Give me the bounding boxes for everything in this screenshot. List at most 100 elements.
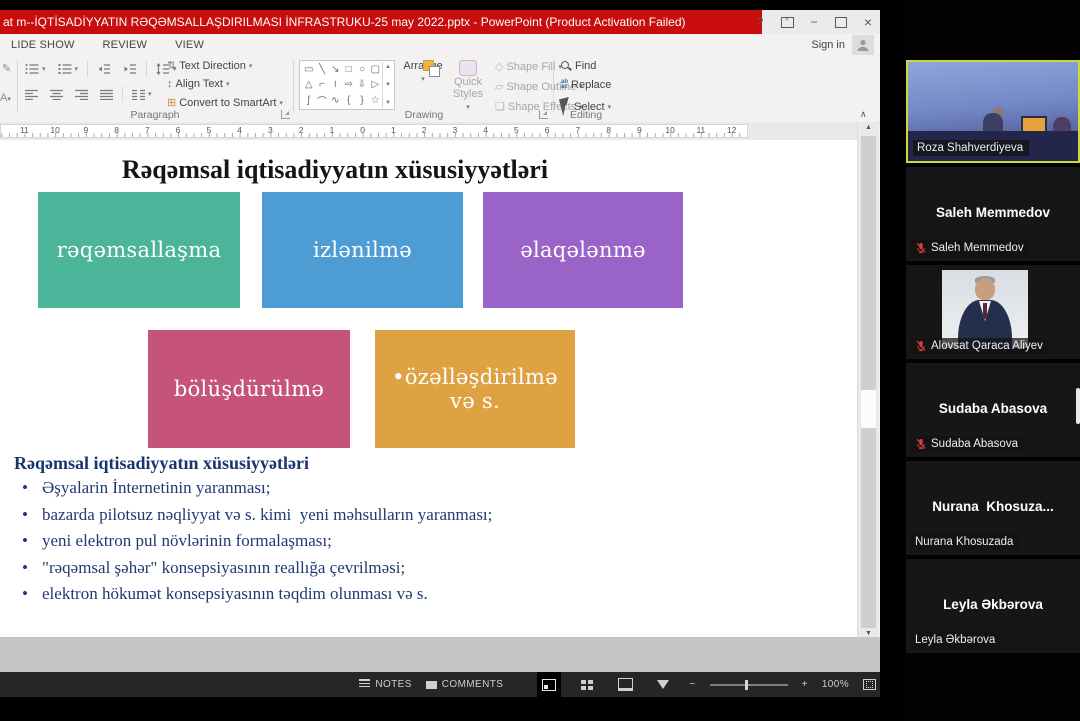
ribbon-tab[interactable]: LIDE SHOW [0, 34, 89, 56]
comments-button[interactable]: COMMENTS [426, 679, 504, 690]
zoom-level[interactable]: 100% [822, 679, 849, 690]
collapse-ribbon-icon[interactable]: ∧ [860, 109, 867, 120]
increase-indent-button[interactable] [120, 62, 140, 76]
participants-scrollbar-thumb[interactable] [1076, 388, 1080, 424]
participant-tile[interactable]: Nurana Khosuza... Nurana Khosuzada [906, 461, 1080, 555]
zoom-slider[interactable] [710, 684, 788, 686]
shape-row-2: bölüşdürülmə •özəlləşdirilmə və s. [0, 330, 700, 448]
slide-bullet: yeni elektron pul növlərinin formalaşmas… [18, 531, 658, 551]
participant-name-label: Roza Shahverdiyeva [917, 142, 1023, 154]
paragraph-dialog-launcher-icon[interactable] [281, 110, 290, 119]
align-left-button[interactable] [22, 88, 41, 101]
slide-shape-box[interactable]: əlaqələnmə [483, 192, 683, 308]
help-button[interactable]: ? [750, 13, 770, 31]
find-button[interactable]: Find [558, 59, 614, 73]
muted-mic-icon [915, 438, 927, 450]
slideshow-view-button[interactable] [651, 672, 675, 697]
shape-icon[interactable]: ⌒ [315, 93, 328, 108]
shape-icon[interactable]: ▢ [369, 62, 382, 77]
slide-shape-box[interactable]: izlənilmə [262, 192, 463, 308]
scroll-down-icon[interactable]: ▼ [858, 630, 879, 637]
participant-name-centered: Nurana Khosuza... [906, 499, 1080, 514]
shape-icon[interactable]: ▷ [369, 77, 382, 92]
ruler-number: 3 [440, 125, 471, 136]
shape-icon[interactable]: } [355, 93, 368, 108]
bullets-button[interactable]: ▾ [22, 62, 49, 76]
shape-icon[interactable]: ╲ [315, 62, 328, 77]
convert-smartart-button[interactable]: ⊞Convert to SmartArt▾ [164, 95, 286, 110]
close-button[interactable]: × [858, 13, 878, 31]
ruler-number: 1 [378, 125, 409, 136]
shape-icon[interactable]: ⇩ [355, 77, 368, 92]
ruler-number: 10 [40, 125, 71, 136]
slide-shape-box[interactable]: bölüşdürülmə [148, 330, 350, 448]
replace-button[interactable]: abacReplace [558, 78, 614, 92]
scroll-up-icon[interactable]: ▲ [858, 124, 879, 131]
quick-styles-icon [459, 60, 477, 76]
text-direction-icon: ⇅ [167, 59, 176, 72]
align-text-button[interactable]: ↕Align Text▾ [164, 77, 286, 91]
scrollbar-thumb[interactable] [861, 390, 876, 428]
restore-button[interactable] [831, 13, 851, 31]
shape-icon[interactable]: ∿ [329, 93, 342, 108]
find-icon [561, 61, 572, 72]
ruler-number: 1 [317, 125, 348, 136]
shape-icon[interactable]: ○ [355, 62, 368, 77]
quick-styles-button[interactable]: Quick Styles▾ [446, 60, 490, 112]
columns-button[interactable]: ▾ [129, 88, 155, 101]
slide-bullet: bazarda pilotsuz nəqliyyat və s. kimi ye… [18, 505, 658, 525]
slide-sorter-view-button[interactable] [575, 672, 599, 697]
shape-icon[interactable]: ↘ [329, 62, 342, 77]
slide-shape-box[interactable]: rəqəmsallaşma [38, 192, 240, 308]
ruler-number: 4 [224, 125, 255, 136]
shape-icon[interactable]: ≀ [329, 77, 342, 92]
shape-icon[interactable]: ⇨ [342, 77, 355, 92]
participant-tile[interactable]: Leyla Əkbərova Leyla Əkbərova [906, 559, 1080, 653]
zoom-slider-handle[interactable] [745, 680, 748, 690]
participant-tile[interactable]: Roza Shahverdiyeva [906, 60, 1080, 163]
arrange-button[interactable]: Arrange▾ [400, 60, 446, 84]
shape-icon[interactable]: △ [302, 77, 315, 92]
shape-icon[interactable]: { [342, 93, 355, 108]
numbering-button[interactable]: ▾ [55, 62, 82, 76]
justify-button[interactable] [97, 88, 116, 101]
slide-list-heading[interactable]: Rəqəmsal iqtisadiyyatın xüsusiyyətləri [14, 453, 309, 474]
participant-tile[interactable]: Alovsat Qaraca Aliyev [906, 265, 1080, 359]
notes-button[interactable]: NOTES [359, 679, 411, 690]
participant-tile[interactable]: Sudaba Abasova Sudaba Abasova [906, 363, 1080, 457]
text-direction-button[interactable]: ⇅Text Direction▾ [164, 58, 286, 73]
shape-icon[interactable]: ʃ [302, 93, 315, 108]
sign-in[interactable]: Sign in [811, 34, 874, 56]
fit-slide-to-window-icon[interactable] [863, 679, 876, 690]
ribbon-tab[interactable]: VIEW [161, 34, 218, 56]
participant-tile[interactable]: Saleh Memmedov Saleh Memmedov [906, 167, 1080, 261]
drawing-dialog-launcher-icon[interactable] [539, 110, 548, 119]
shape-icon[interactable]: ☆ [369, 93, 382, 108]
muted-mic-icon [915, 340, 927, 352]
zoom-in-button[interactable]: + [802, 679, 808, 690]
format-painter-icon[interactable]: ✎ [2, 62, 11, 75]
minimize-button[interactable]: − [804, 13, 824, 31]
shape-gallery[interactable]: ▲▼▼ ▭╲↘□○▢ △⌐≀⇨⇩▷ ʃ⌒∿{}☆ [299, 60, 395, 110]
reading-view-icon [618, 678, 633, 691]
slide-scrollbar[interactable]: ▲ ▼ ▲▲ ▼▼ [857, 122, 879, 670]
slide-title[interactable]: Rəqəmsal iqtisadiyyatın xüsusiyyətləri [10, 155, 660, 185]
shape-icon[interactable]: □ [342, 62, 355, 77]
font-color-icon[interactable]: A▾ [0, 92, 11, 104]
ribbon-tab[interactable]: REVIEW [89, 34, 162, 56]
drawing-group: ▲▼▼ ▭╲↘□○▢ △⌐≀⇨⇩▷ ʃ⌒∿{}☆ Arrange▾ Quick St… [296, 56, 552, 122]
normal-view-button[interactable] [537, 672, 561, 697]
slide-shape-box[interactable]: •özəlləşdirilmə və s. [375, 330, 575, 448]
shape-icon[interactable]: ▭ [302, 62, 315, 77]
zoom-out-button[interactable]: − [689, 679, 695, 690]
decrease-indent-button[interactable] [94, 62, 114, 76]
align-center-button[interactable] [47, 88, 66, 101]
slide-bullet-list[interactable]: Əşyalarin İnternetinin yaranması;bazarda… [18, 478, 658, 611]
shape-gallery-scroll[interactable]: ▲▼▼ [382, 62, 393, 108]
reading-view-button[interactable] [613, 672, 637, 697]
restore-icon [835, 17, 847, 28]
ribbon-display-options-button[interactable]: ^ [777, 13, 797, 31]
shape-icon[interactable]: ⌐ [315, 77, 328, 92]
scrollbar-track[interactable] [861, 136, 876, 628]
align-right-button[interactable] [72, 88, 91, 101]
